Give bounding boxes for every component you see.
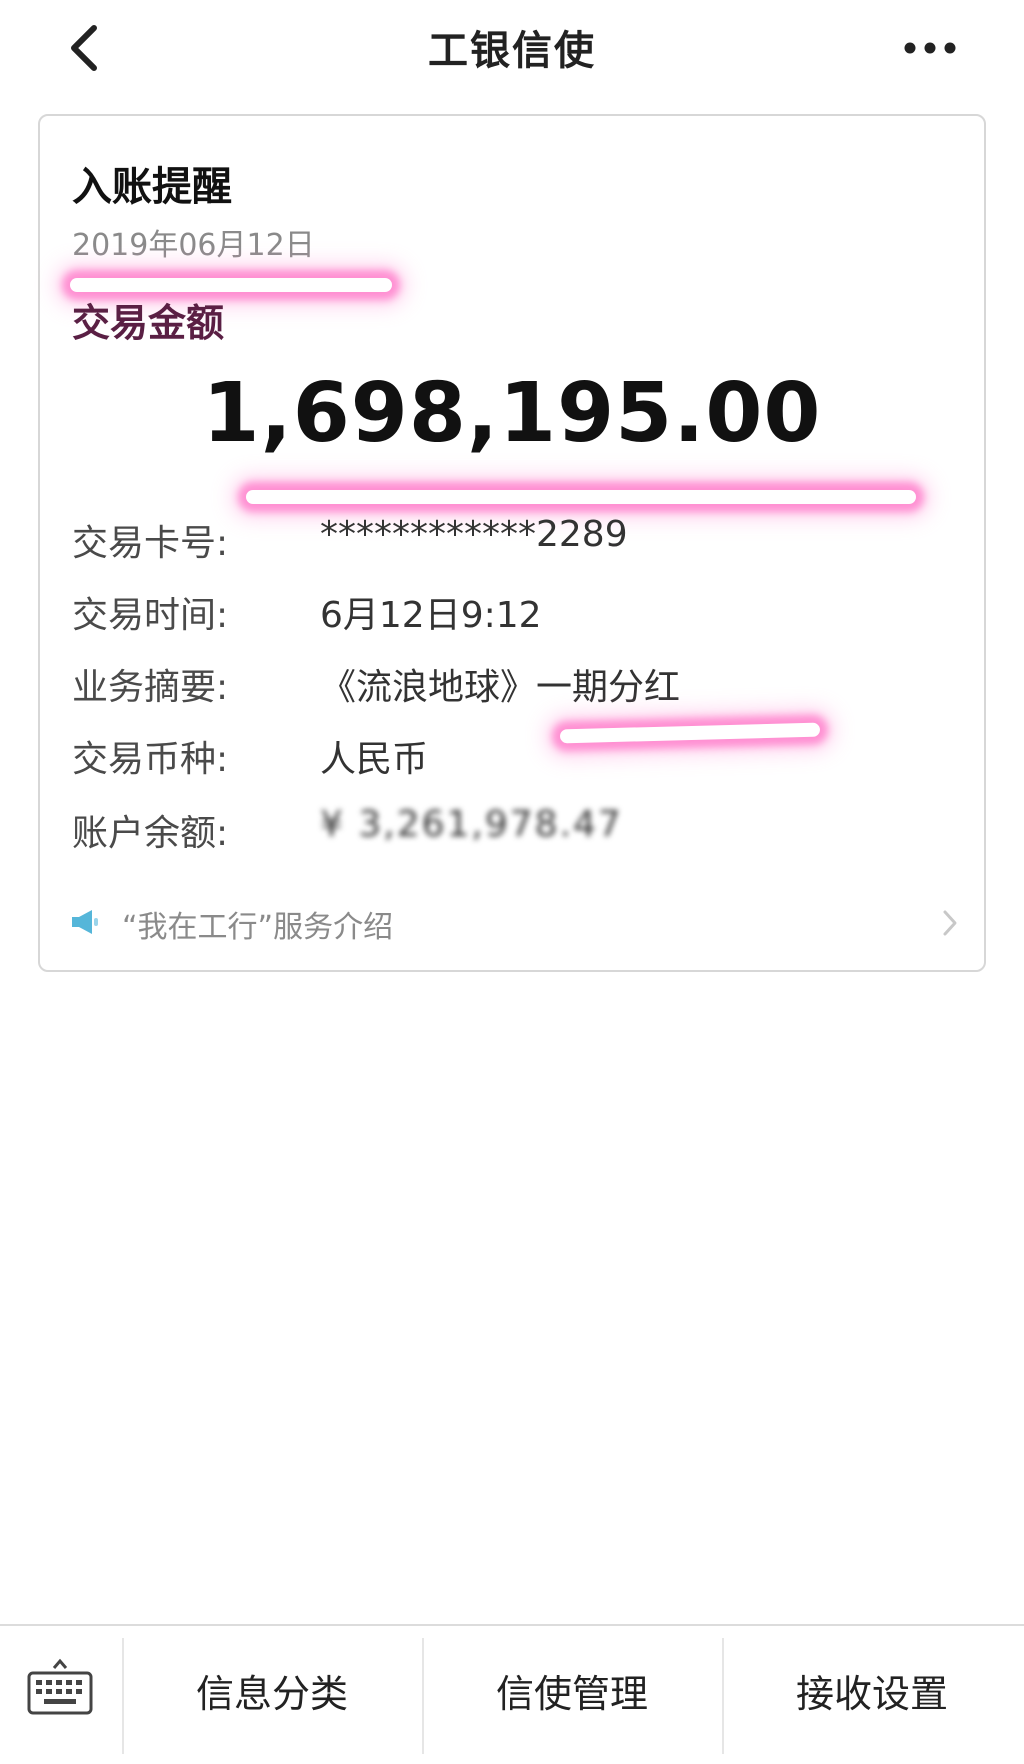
field-label: 交易币种: [72, 739, 229, 780]
card-date: 2019年06月12日 [72, 228, 315, 263]
field-label: 账户余额: [72, 813, 229, 854]
chevron-right-icon [943, 910, 957, 936]
field-value: ¥ 3,261,978.47 [320, 804, 623, 845]
nav-header: 工银信使 [0, 0, 1024, 96]
service-intro-link[interactable]: “我在工行”服务介绍 [70, 900, 960, 945]
highlight-mark [559, 722, 821, 744]
field-label: 交易卡号: [72, 523, 229, 564]
field-value: ************2289 [320, 514, 628, 555]
highlight-mark [246, 490, 916, 504]
keyboard-icon [27, 1658, 93, 1715]
field-value: 人民币 [320, 739, 429, 780]
megaphone-icon [72, 910, 98, 934]
field-value: 《流浪地球》一期分红 [320, 667, 681, 708]
field-label: 业务摘要: [72, 667, 229, 708]
menu-tab-messenger-management[interactable]: 信使管理 [422, 1626, 722, 1764]
menu-tab-message-category[interactable]: 信息分类 [122, 1626, 422, 1764]
more-button[interactable] [900, 28, 960, 68]
field-value: 6月12日9:12 [320, 595, 542, 636]
more-horizontal-icon [904, 42, 956, 54]
service-intro-label: “我在工行”服务介绍 [122, 910, 394, 945]
bottom-menu-bar: 信息分类 信使管理 接收设置 [0, 1624, 1024, 1764]
keyboard-toggle-button[interactable] [0, 1626, 122, 1764]
deposit-notice-card: 入账提醒 2019年06月12日 交易金额 1,698,195.00 交易卡号:… [38, 114, 986, 972]
page-title: 工银信使 [428, 28, 596, 74]
card-title: 入账提醒 [72, 164, 232, 210]
field-label: 交易时间: [72, 595, 229, 636]
highlight-mark [70, 278, 392, 292]
menu-tab-receive-settings[interactable]: 接收设置 [722, 1626, 1022, 1764]
transaction-amount: 1,698,195.00 [202, 366, 822, 461]
amount-label: 交易金额 [72, 301, 225, 345]
